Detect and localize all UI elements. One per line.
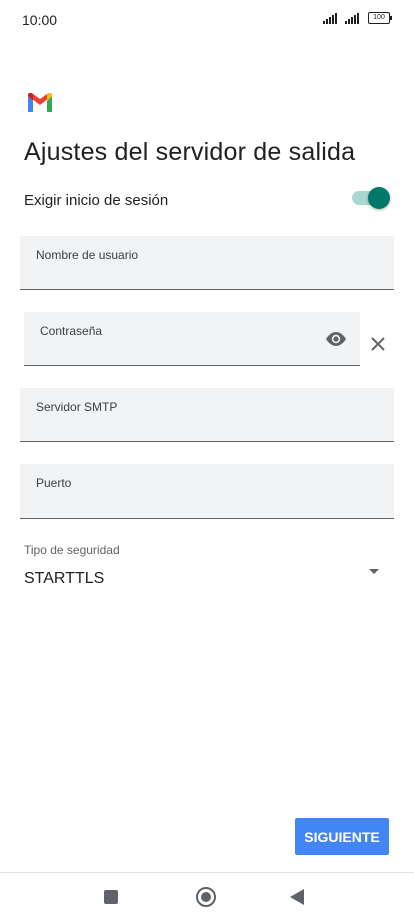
navigation-bar (0, 872, 414, 921)
username-label: Nombre de usuario (36, 248, 139, 262)
gmail-logo-icon (28, 93, 52, 112)
home-icon[interactable] (196, 887, 216, 907)
status-icons: 100 (323, 12, 392, 24)
login-required-row: Exigir inicio de sesión (24, 186, 390, 216)
battery-level: 100 (373, 14, 385, 21)
port-field[interactable]: Puerto (20, 464, 394, 519)
dropdown-arrow-icon[interactable] (368, 568, 380, 576)
security-type-label: Tipo de seguridad (24, 543, 120, 557)
username-field[interactable]: Nombre de usuario (20, 236, 394, 290)
toggle-knob (368, 187, 390, 209)
login-required-toggle[interactable] (352, 187, 390, 209)
port-label: Puerto (36, 476, 72, 490)
password-field[interactable]: Contraseña (24, 312, 360, 366)
password-label: Contraseña (40, 324, 103, 338)
back-icon[interactable] (290, 889, 304, 905)
visibility-icon[interactable] (324, 330, 348, 348)
status-time: 10:00 (22, 12, 58, 28)
login-required-label: Exigir inicio de sesión (24, 192, 169, 209)
next-button[interactable]: SIGUIENTE (295, 818, 389, 855)
close-icon[interactable] (368, 334, 388, 354)
recents-icon[interactable] (104, 890, 118, 904)
page-title: Ajustes del servidor de salida (24, 138, 356, 166)
battery-icon: 100 (368, 12, 392, 24)
signal-icon (345, 12, 359, 24)
smtp-server-label: Servidor SMTP (36, 400, 118, 414)
security-type-select[interactable]: STARTTLS (24, 570, 104, 588)
status-bar: 10:00 100 (0, 0, 414, 40)
smtp-server-field[interactable]: Servidor SMTP (20, 388, 394, 442)
signal-icon (323, 12, 337, 24)
